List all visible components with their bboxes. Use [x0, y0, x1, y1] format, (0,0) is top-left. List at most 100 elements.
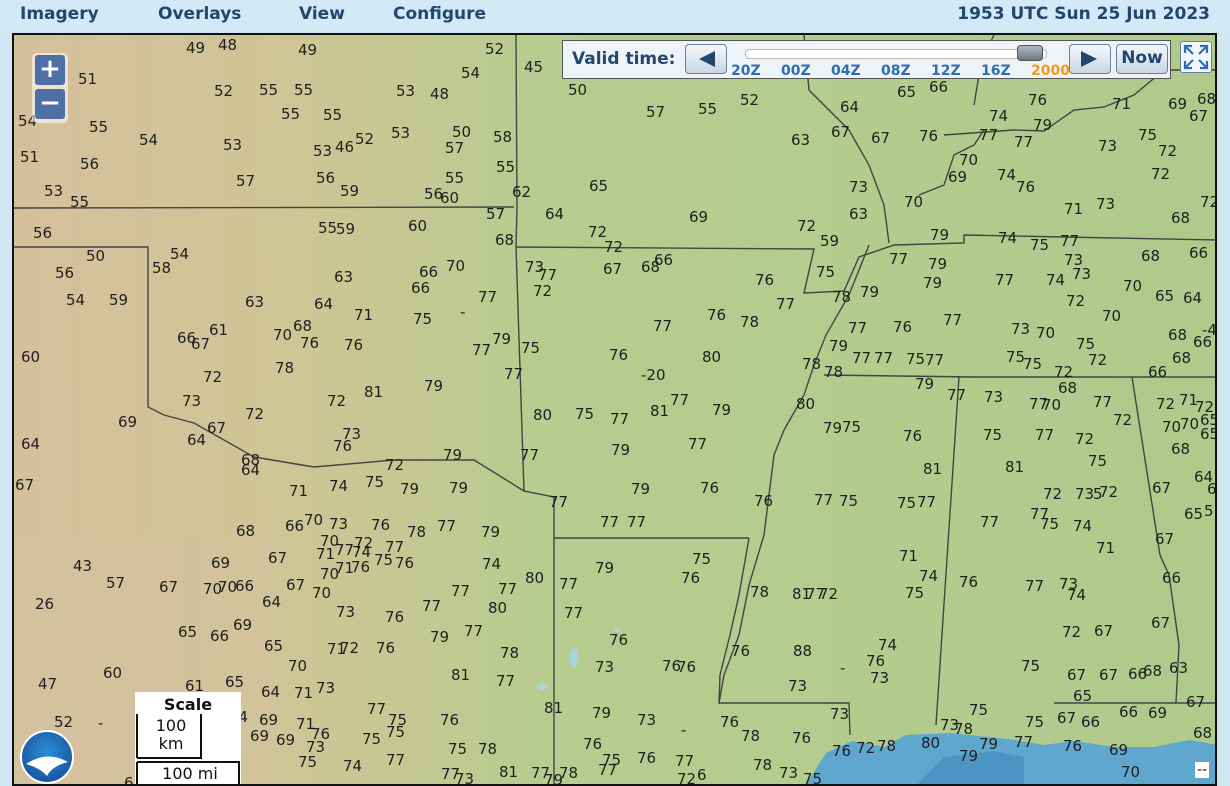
station-temp-value: 77 — [889, 250, 909, 268]
station-temp-value: 70 — [959, 151, 979, 169]
station-temp-value: 50 — [568, 81, 588, 99]
station-temp-value: 74 — [1067, 586, 1087, 604]
station-temp-value: 81 — [1005, 458, 1025, 476]
zoom-out-button[interactable]: − — [35, 89, 65, 119]
station-temp-value: 78 — [832, 288, 852, 306]
station-temp-value: 76 — [609, 631, 629, 649]
station-temp-value: 53 — [396, 82, 416, 100]
station-temp-value: 88 — [793, 642, 813, 660]
station-temp-value: 76 — [440, 711, 460, 729]
station-temp-value: 68 — [236, 522, 256, 540]
station-temp-value: - — [681, 721, 687, 739]
station-temp-value: 65 — [178, 623, 198, 641]
scale-km-label: 100 km — [155, 716, 187, 753]
station-temp-value: 54 — [139, 131, 159, 149]
station-temp-value: 67 — [15, 476, 35, 494]
station-temp-value: 76 — [1063, 737, 1083, 755]
station-temp-value: 72 — [1054, 363, 1074, 381]
station-temp-value: 48 — [430, 85, 450, 103]
station-temp-value: 75 — [905, 584, 925, 602]
station-temp-value: 76 — [376, 639, 396, 657]
time-tick-label[interactable]: 08Z — [881, 63, 911, 79]
time-tick-label[interactable]: 12Z — [931, 63, 961, 79]
station-temp-value: 63 — [791, 131, 811, 149]
station-temp-value: 55 — [445, 169, 465, 187]
station-temp-value: 72 — [245, 405, 265, 423]
station-temp-value: 78 — [275, 359, 295, 377]
station-temp-value: 67 — [1152, 479, 1172, 497]
menu-overlays[interactable]: Overlays — [158, 4, 241, 24]
station-temp-value: 80 — [702, 348, 722, 366]
station-temp-value: 51 — [78, 70, 98, 88]
station-temp-value: 68 — [293, 317, 313, 335]
station-temp-value: 72 — [1099, 483, 1119, 501]
station-temp-value: 72 — [1151, 165, 1171, 183]
station-temp-value: 73 — [870, 669, 890, 687]
station-temp-value: 70 — [1180, 415, 1200, 433]
station-temp-value: 46 — [335, 138, 355, 156]
fullscreen-button[interactable] — [1180, 41, 1212, 73]
station-temp-value: 79 — [823, 419, 843, 437]
station-temp-value: 63 — [849, 205, 869, 223]
station-temp-value: 77 — [852, 349, 872, 367]
station-temp-value: 71 — [316, 545, 336, 563]
station-temp-value: 76 — [832, 742, 852, 760]
station-temp-value: 72 — [1062, 623, 1082, 641]
station-temp-value: 53 — [223, 136, 243, 154]
arrow-right-icon — [1081, 51, 1097, 67]
station-temp-value: 69 — [233, 616, 253, 634]
now-button[interactable]: Now — [1116, 44, 1168, 74]
station-temp-value: 77 — [1025, 577, 1045, 595]
station-temp-value: - — [98, 714, 104, 732]
station-temp-value: 77 — [1093, 393, 1113, 411]
station-temp-value: 64 — [314, 295, 334, 313]
utc-time-display: 1953 UTC Sun 25 Jun 2023 — [957, 4, 1210, 24]
station-temp-value: 68 — [1168, 326, 1188, 344]
station-temp-value: 77 — [675, 752, 695, 770]
station-temp-value: 76 — [893, 318, 913, 336]
time-tick-label[interactable]: 20Z — [731, 63, 761, 79]
station-temp-value: 52 — [485, 40, 505, 58]
station-temp-value: 79 — [712, 401, 732, 419]
station-temp-value: 73 — [1011, 320, 1031, 338]
menu-view[interactable]: View — [299, 4, 345, 24]
time-tick-label[interactable]: 00Z — [781, 63, 811, 79]
station-temp-value: 77 — [600, 513, 620, 531]
previous-time-button[interactable] — [685, 44, 727, 74]
menu-configure[interactable]: Configure — [393, 4, 486, 24]
station-temp-value: 69 — [118, 413, 138, 431]
menu-imagery[interactable]: Imagery — [20, 4, 99, 24]
time-slider-handle[interactable] — [1017, 45, 1043, 61]
station-temp-value: 59 — [336, 220, 356, 238]
station-temp-value: 66 — [1189, 244, 1209, 262]
station-temp-value: 67 — [831, 123, 851, 141]
station-temp-value: 72 — [1075, 430, 1095, 448]
station-temp-value: 77 — [917, 493, 937, 511]
station-temp-value: 66 — [1148, 363, 1168, 381]
station-temp-value: 75 — [803, 770, 823, 786]
time-slider-track[interactable] — [745, 49, 1047, 59]
station-temp-value: 74 — [482, 555, 502, 573]
time-tick-label[interactable]: 04Z — [831, 63, 861, 79]
station-temp-value: -20 — [641, 366, 666, 384]
map-viewport[interactable]: 49 48 49 52 51 54 45 52 55 55 53 48 50 57 55 52 64 65 66 76… — [12, 33, 1217, 786]
zoom-in-button[interactable]: + — [35, 55, 65, 85]
station-temp-value: 75 — [365, 473, 385, 491]
station-temp-value: 77 — [496, 672, 516, 690]
station-temp-value: 76 — [609, 346, 629, 364]
station-temp-value: 76 — [333, 437, 353, 455]
time-tick-label[interactable]: 16Z — [981, 63, 1011, 79]
station-temp-value: - — [460, 303, 466, 321]
next-time-button[interactable] — [1069, 44, 1111, 74]
arrow-left-icon — [699, 51, 715, 67]
station-temp-value: 77 — [1014, 733, 1034, 751]
station-temp-value: 73 — [316, 679, 336, 697]
station-temp-value: 81 — [499, 763, 519, 781]
station-temp-value: 70 — [1102, 307, 1122, 325]
station-temp-value: 77 — [464, 622, 484, 640]
station-temp-value: 72 — [340, 639, 360, 657]
station-temp-value: 77 — [437, 517, 457, 535]
station-temp-value: 72 — [203, 368, 223, 386]
station-temp-value: 72 — [385, 456, 405, 474]
time-tick-label[interactable]: 2000 — [1031, 63, 1070, 79]
